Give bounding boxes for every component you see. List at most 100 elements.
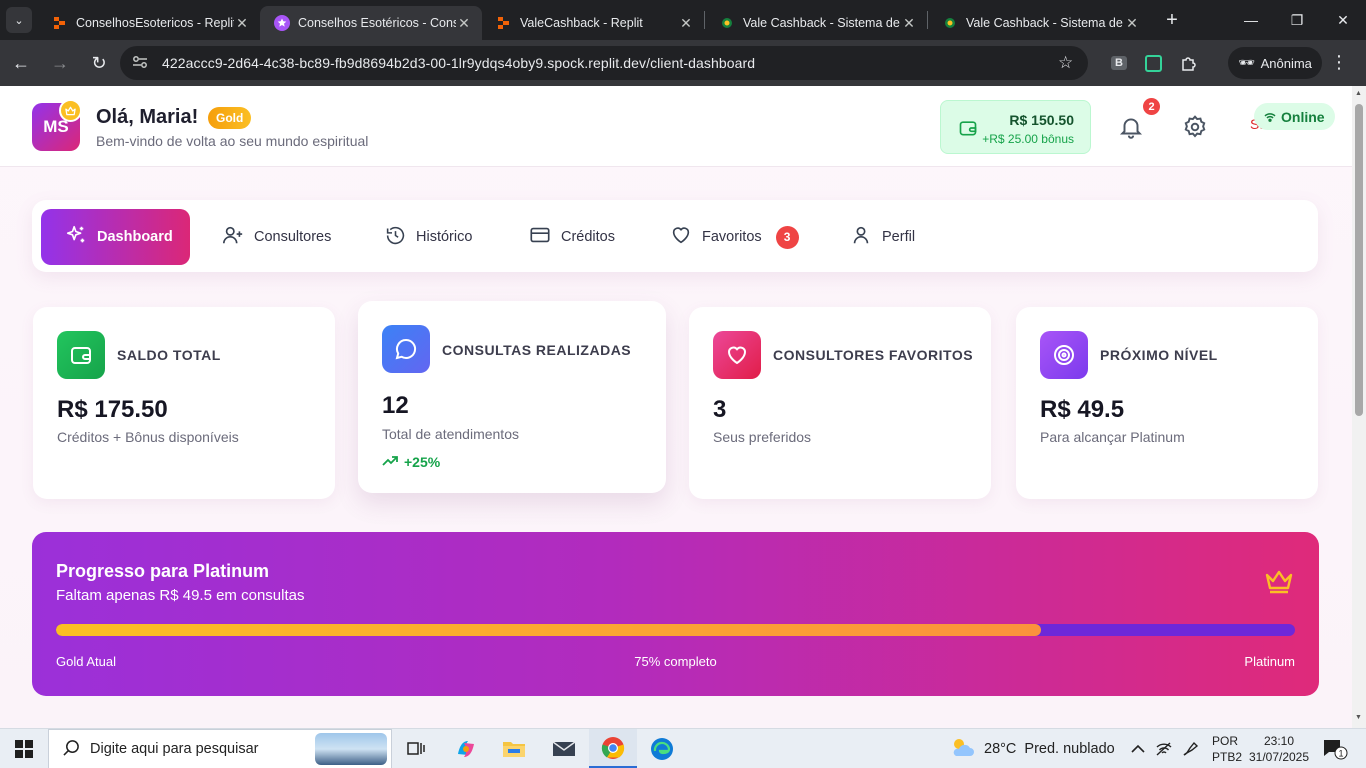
user-plus-icon — [222, 224, 244, 250]
scrollbar-thumb[interactable] — [1355, 104, 1363, 416]
clock-time: 23:10 — [1263, 734, 1295, 748]
restore-icon[interactable]: ❐ — [1274, 0, 1320, 40]
reload-icon[interactable]: ↻ — [81, 45, 117, 81]
replit-icon — [52, 15, 68, 31]
stat-description: Para alcançar Platinum — [1040, 429, 1185, 445]
os-taskbar: Digite aqui para pesquisar 28°C Pred. nu… — [0, 728, 1366, 768]
stat-label: CONSULTAS REALIZADAS — [442, 342, 632, 358]
stat-label: PRÓXIMO NÍVEL — [1100, 347, 1218, 363]
wallet-amount: R$ 150.50 — [1009, 112, 1074, 128]
tab-historico[interactable]: Histórico — [385, 209, 472, 265]
tab-label: Perfil — [882, 229, 916, 245]
browser-tab[interactable]: ConselhosEsotericos - Replit ✕ — [38, 6, 260, 40]
wallet-icon — [958, 118, 978, 143]
progress-right-label: Platinum — [1244, 654, 1295, 669]
chrome-icon[interactable] — [589, 729, 637, 768]
chat-bubble-icon — [382, 325, 430, 373]
crown-badge-icon — [59, 99, 82, 122]
wallet-balance[interactable]: R$ 150.50 +R$ 25.00 bônus — [940, 100, 1091, 154]
task-view-icon[interactable] — [392, 729, 440, 768]
wifi-icon — [1264, 109, 1276, 125]
back-icon[interactable]: ← — [3, 45, 39, 81]
minimize-icon[interactable]: — — [1228, 0, 1274, 40]
tab-label: Favoritos — [702, 229, 762, 245]
gear-icon[interactable] — [1182, 114, 1208, 145]
incognito-profile-button[interactable]: 🕶 Anônima — [1228, 47, 1322, 79]
tab-perfil[interactable]: Perfil — [850, 209, 915, 265]
main-nav: Dashboard Consultores Histórico Créditos… — [32, 200, 1318, 272]
pen-icon[interactable] — [1182, 729, 1200, 768]
system-clock[interactable]: 23:10 31/07/2025 — [1248, 733, 1310, 765]
tab-title: Conselhos Esotéricos - Cons — [298, 16, 456, 30]
progress-title: Progresso para Platinum — [56, 561, 270, 581]
stat-label: SALDO TOTAL — [117, 347, 221, 363]
close-window-icon[interactable]: ✕ — [1320, 0, 1366, 40]
tier-progress-card: Progresso para Platinum Faltam apenas R$… — [32, 532, 1319, 696]
extension-green-icon[interactable] — [1140, 50, 1166, 76]
tab-creditos[interactable]: Créditos — [529, 209, 615, 265]
close-tab-icon[interactable]: ✕ — [456, 15, 472, 32]
tab-label: Histórico — [416, 229, 473, 245]
file-explorer-icon[interactable] — [490, 729, 538, 768]
profile-label: Anônima — [1260, 55, 1312, 71]
browser-tab-active[interactable]: Conselhos Esotéricos - Cons ✕ — [260, 6, 482, 40]
tray-chevron-icon[interactable] — [1131, 729, 1145, 768]
sparkles-icon — [65, 224, 87, 250]
site-settings-icon[interactable] — [132, 55, 150, 72]
bookmark-star-icon[interactable]: ☆ — [1058, 53, 1088, 73]
tab-title: ConselhosEsotericos - Replit — [76, 16, 234, 30]
browser-tab[interactable]: Vale Cashback - Sistema de ✕ — [705, 6, 927, 40]
browser-tab[interactable]: Vale Cashback - Sistema de ✕ — [928, 6, 1150, 40]
weather-widget[interactable]: 28°C Pred. nublado — [950, 729, 1115, 768]
taskbar-search-input[interactable]: Digite aqui para pesquisar — [48, 729, 392, 768]
tab-dashboard[interactable]: Dashboard — [41, 209, 190, 265]
star-favicon-icon — [274, 15, 290, 31]
edge-icon[interactable] — [638, 729, 686, 768]
network-icon[interactable] — [1156, 729, 1172, 768]
replit-icon — [496, 15, 512, 31]
target-icon — [1040, 331, 1088, 379]
close-tab-icon[interactable]: ✕ — [901, 15, 917, 32]
stat-card-favoritos: CONSULTORES FAVORITOS 3 Seus preferidos — [689, 307, 991, 499]
language-code: POR — [1212, 734, 1239, 748]
user-icon — [850, 224, 872, 250]
credit-card-icon — [529, 224, 551, 250]
notification-center-icon[interactable]: 1 — [1322, 738, 1348, 765]
close-tab-icon[interactable]: ✕ — [234, 15, 250, 32]
progress-subtitle: Faltam apenas R$ 49.5 em consultas — [56, 587, 305, 604]
stat-value: R$ 175.50 — [57, 396, 168, 423]
close-tab-icon[interactable]: ✕ — [678, 15, 694, 32]
windows-start-icon[interactable] — [0, 729, 48, 768]
address-bar[interactable]: 422accc9-2d64-4c38-bc89-fb9d8694b2d3-00-… — [120, 46, 1088, 80]
tab-favoritos[interactable]: Favoritos 3 — [670, 209, 799, 265]
scroll-down-icon[interactable]: ▼ — [1355, 714, 1362, 721]
heart-icon — [713, 331, 761, 379]
page-scrollbar[interactable]: ▲ ▼ — [1352, 86, 1366, 728]
clock-date: 31/07/2025 — [1248, 750, 1310, 764]
extensions-puzzle-icon[interactable] — [1176, 50, 1202, 76]
close-tab-icon[interactable]: ✕ — [1124, 15, 1140, 32]
history-icon — [385, 225, 406, 250]
copilot-icon[interactable] — [442, 729, 490, 768]
browser-tab[interactable]: ValeCashback - Replit ✕ — [482, 6, 704, 40]
greeting-subtitle: Bem-vindo de volta ao seu mundo espiritu… — [96, 133, 369, 149]
browser-menu-icon[interactable]: ⋮ — [1330, 52, 1348, 73]
wallet-bonus: +R$ 25.00 bônus — [982, 132, 1074, 146]
new-tab-button[interactable]: + — [1158, 6, 1186, 34]
bell-icon[interactable] — [1118, 114, 1144, 145]
app-header: MS Olá, Maria! Gold Bem-vindo de volta a… — [0, 86, 1352, 167]
crown-icon — [1264, 568, 1294, 599]
search-placeholder: Digite aqui para pesquisar — [90, 741, 259, 757]
forward-icon[interactable]: → — [42, 45, 78, 81]
page-viewport: MS Olá, Maria! Gold Bem-vindo de volta a… — [0, 86, 1352, 728]
mail-icon[interactable] — [540, 729, 588, 768]
tab-search-button[interactable]: ⌄ — [6, 7, 32, 33]
browser-toolbar: ← → ↻ 422accc9-2d64-4c38-bc89-fb9d8694b2… — [0, 40, 1366, 86]
extension-b-icon[interactable]: B — [1106, 50, 1132, 76]
stat-value: 12 — [382, 392, 409, 419]
wallet-icon — [57, 331, 105, 379]
scroll-up-icon[interactable]: ▲ — [1355, 90, 1362, 97]
input-language-indicator[interactable]: POR PTB2 — [1212, 733, 1242, 765]
tab-consultores[interactable]: Consultores — [222, 209, 331, 265]
favorites-count-badge: 3 — [775, 225, 799, 249]
